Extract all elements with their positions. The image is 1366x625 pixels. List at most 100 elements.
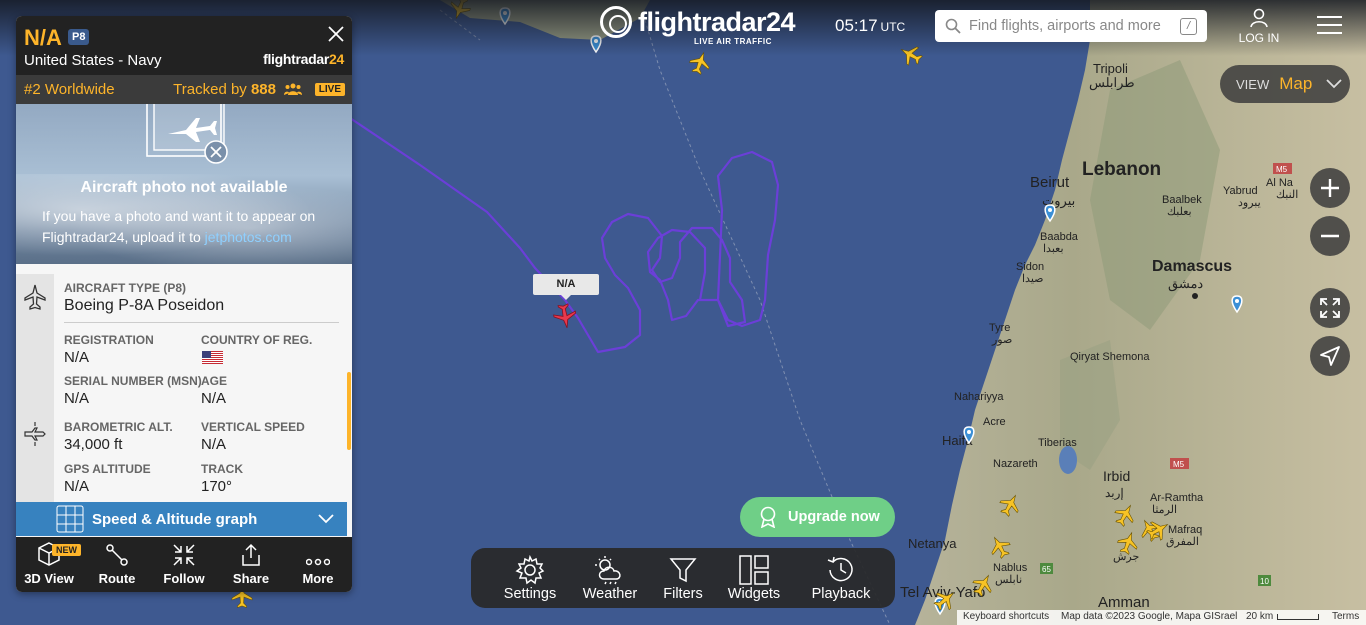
label-tyre-ar: صور	[991, 334, 1012, 346]
label-nablus: Nablus	[993, 562, 1028, 574]
details-scrollbar[interactable]	[347, 372, 351, 450]
zoom-in-button[interactable]	[1310, 168, 1350, 208]
share-label: Share	[232, 571, 270, 586]
aircraft-action-bar: 3D View NEW Route Follow Share More	[16, 537, 352, 592]
age-label: AGE	[201, 374, 228, 388]
sea-of-galilee	[1059, 446, 1077, 474]
logo-subtitle: LIVE AIR TRAFFIC	[694, 37, 772, 46]
search-shortcut-key: /	[1180, 17, 1197, 35]
share-button[interactable]: Share	[218, 537, 284, 592]
label-nahariyya: Nahariyya	[954, 391, 1004, 403]
radar-logo-icon	[600, 6, 632, 38]
vspeed-value: N/A	[201, 436, 227, 453]
tracked-prefix: Tracked by	[173, 81, 247, 98]
label-baalbek-ar: بعلبك	[1167, 206, 1192, 218]
callsign: N/A	[24, 25, 62, 50]
new-badge: NEW	[52, 544, 81, 556]
widgets-icon	[739, 555, 769, 585]
airplane-icon	[24, 284, 46, 310]
map-data-attribution: Map data ©2023 Google, Mapa GISrael	[1061, 611, 1238, 622]
search-icon	[945, 18, 961, 34]
fullscreen-button[interactable]	[1310, 288, 1350, 328]
label-amman: Amman	[1098, 594, 1150, 611]
menu-icon[interactable]	[1317, 16, 1342, 36]
label-sidon: Sidon	[1016, 261, 1044, 273]
brand-suffix: 24	[329, 51, 344, 67]
history-icon	[827, 556, 853, 582]
zoom-out-button[interactable]	[1310, 216, 1350, 256]
gps-alt-label: GPS ALTITUDE	[64, 462, 151, 476]
settings-button[interactable]: Settings	[495, 554, 565, 602]
baro-alt-value: 34,000 ft	[64, 436, 123, 453]
label-mafraq-ar: المفرق	[1166, 536, 1199, 548]
minus-icon	[1321, 234, 1339, 238]
label-qiryat: Qiryat Shemona	[1070, 351, 1150, 363]
country-label: COUNTRY OF REG.	[201, 333, 313, 347]
terms-link[interactable]: Terms	[1332, 611, 1359, 622]
filter-icon	[669, 558, 697, 583]
aircraft-type-label: AIRCRAFT TYPE (P8)	[64, 281, 187, 295]
us-flag-icon	[202, 351, 223, 364]
label-ar-ramtha-ar: الرمثا	[1152, 504, 1177, 516]
more-button[interactable]: More	[285, 537, 351, 592]
follow-label: Follow	[163, 571, 205, 586]
label-yabrud: Yabrud	[1223, 185, 1258, 197]
scale-label: 20 km	[1246, 611, 1274, 622]
search-box[interactable]: Find flights, airports and more /	[935, 10, 1207, 42]
share-icon	[242, 543, 260, 566]
keyboard-shortcuts-link[interactable]: Keyboard shortcuts	[963, 611, 1049, 622]
widgets-button[interactable]: Widgets	[721, 554, 787, 602]
logo-wordmark: flightradar24	[638, 7, 796, 37]
brand-prefix: flightradar	[263, 51, 330, 67]
label-ar-ramtha: Ar-Ramtha	[1150, 492, 1204, 504]
tracked-count: 888	[250, 81, 276, 98]
logo[interactable]: flightradar24 LIVE AIR TRAFFIC	[600, 6, 796, 46]
airline-name[interactable]: United States - Navy	[24, 52, 162, 69]
weather-label: Weather	[582, 586, 638, 602]
label-beirut: Beirut	[1030, 174, 1070, 191]
registration-value: N/A	[64, 349, 90, 366]
search-placeholder[interactable]: Find flights, airports and more	[969, 18, 1180, 34]
label-sidon-ar: صيدا	[1022, 273, 1044, 285]
label-acre: Acre	[983, 416, 1006, 428]
live-badge: LIVE	[314, 83, 345, 96]
route-label: Route	[98, 571, 136, 586]
view-3d-button[interactable]: 3D View NEW	[16, 537, 82, 592]
label-lebanon: Lebanon	[1082, 159, 1161, 180]
filters-button[interactable]: Filters	[655, 554, 711, 602]
users-icon	[284, 83, 302, 95]
close-icon[interactable]	[326, 24, 346, 44]
photo-upload-text: If you have a photo and want it to appea…	[42, 206, 342, 248]
tracked-by: Tracked by 888	[173, 81, 276, 98]
label-tripoli-ar: طرابلس	[1089, 75, 1135, 91]
track-value: 170°	[201, 478, 233, 495]
serial-label: SERIAL NUMBER (MSN)	[64, 374, 202, 388]
jetphotos-link[interactable]: jetphotos.com	[205, 229, 292, 245]
more-dots-icon	[306, 558, 330, 566]
track-label: TRACK	[201, 462, 243, 476]
label-nazareth: Nazareth	[993, 458, 1038, 470]
label-tyre: Tyre	[989, 322, 1010, 334]
route-button[interactable]: Route	[84, 537, 150, 592]
aircraft-type-value: Boeing P-8A Poseidon	[64, 297, 225, 314]
follow-icon	[173, 544, 195, 566]
view-selector[interactable]: VIEW Map	[1220, 65, 1350, 103]
plus-icon	[1321, 179, 1339, 197]
label-mafraq: Mafraq	[1168, 524, 1202, 536]
label-tiberias: Tiberias	[1038, 437, 1077, 449]
more-label: More	[302, 571, 334, 586]
route-icon	[106, 544, 128, 566]
speed-altitude-graph-toggle[interactable]: Speed & Altitude graph	[16, 502, 347, 536]
login-button[interactable]: LOG IN	[1238, 8, 1280, 45]
upgrade-button[interactable]: Upgrade now	[740, 497, 895, 537]
selected-aircraft-label[interactable]: N/A	[533, 274, 599, 300]
label-nablus-ar: نابلس	[995, 574, 1022, 586]
playback-button[interactable]: Playback	[801, 554, 881, 602]
map-footer: Keyboard shortcuts Map data ©2023 Google…	[957, 610, 1366, 625]
my-location-button[interactable]	[1310, 336, 1350, 376]
weather-button[interactable]: Weather	[575, 554, 645, 602]
fr24-brand: flightradar24	[263, 51, 344, 67]
follow-button[interactable]: Follow	[151, 537, 217, 592]
aircraft-type-badge: P8	[68, 29, 90, 45]
vspeed-label: VERTICAL SPEED	[201, 420, 305, 434]
